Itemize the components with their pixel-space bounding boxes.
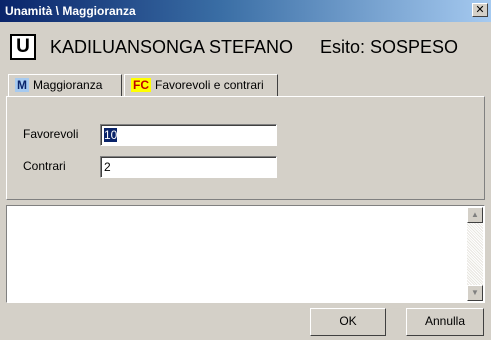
esito-status: Esito: SOSPESO — [320, 37, 459, 57]
scroll-down-button[interactable]: ▼ — [467, 285, 483, 301]
contrari-field[interactable]: 2 — [100, 156, 277, 178]
arrow-down-icon: ▼ — [471, 288, 479, 297]
cancel-button[interactable]: Annulla — [406, 308, 484, 336]
favorevoli-label: Favorevoli — [23, 127, 79, 141]
tab-label: Maggioranza — [33, 78, 103, 92]
favorevoli-value: 10 — [104, 128, 118, 142]
title-bar: Unamità \ Maggioranza ✕ — [0, 0, 491, 22]
person-name: KADILUANSONGA STEFANO — [50, 37, 294, 57]
close-icon: ✕ — [475, 4, 485, 16]
tab-maggioranza[interactable]: M Maggioranza — [8, 74, 122, 96]
favorevoli-field[interactable]: 10 — [100, 124, 277, 146]
ok-button[interactable]: OK — [310, 308, 386, 336]
tab-label: Favorevoli e contrari — [155, 78, 264, 92]
notes-memo[interactable]: ▲ ▼ — [6, 205, 485, 303]
tab-favorevoli-contrari[interactable]: FC Favorevoli e contrari — [124, 74, 278, 96]
arrow-up-icon: ▲ — [471, 210, 479, 219]
fc-icon: FC — [131, 78, 151, 92]
tab-panel: Favorevoli 10 Contrari 2 — [6, 96, 485, 200]
u-badge-icon: U — [10, 34, 36, 60]
window-title: Unamità \ Maggioranza — [5, 4, 136, 18]
m-icon: M — [15, 78, 29, 92]
contrari-value: 2 — [104, 160, 111, 174]
close-button[interactable]: ✕ — [472, 3, 488, 17]
scroll-up-button[interactable]: ▲ — [467, 207, 483, 223]
memo-scrollbar[interactable]: ▲ ▼ — [467, 207, 483, 301]
contrari-label: Contrari — [23, 159, 66, 173]
